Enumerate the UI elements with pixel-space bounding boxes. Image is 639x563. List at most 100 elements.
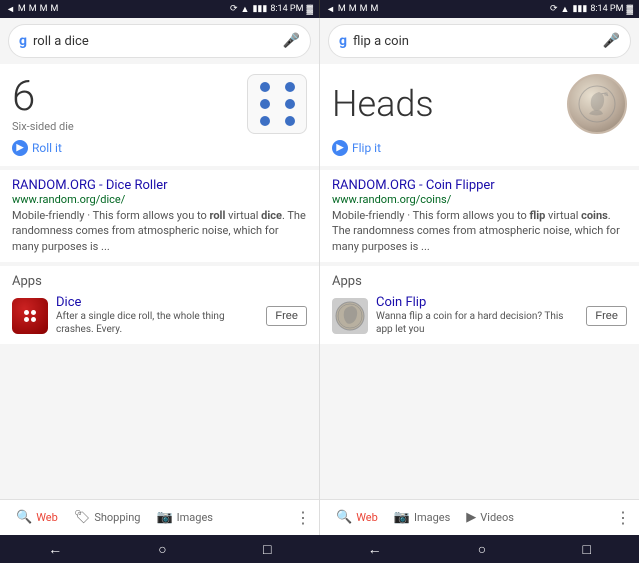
flip-arrow-icon: ▶ [337, 143, 344, 153]
status-bar-left: ◄ M M M M [6, 4, 58, 15]
search-icon-left: 🔍 [16, 510, 32, 525]
tag-icon-left: 🏷 [74, 510, 91, 525]
mic-icon-right[interactable]: 🎤 [603, 33, 620, 49]
left-web-result: RANDOM.ORG - Dice Roller www.random.org/… [0, 170, 319, 262]
mic-icon-left[interactable]: 🎤 [283, 33, 300, 49]
right-search-text: flip a coin [353, 34, 597, 49]
dice-label: Six-sided die [12, 120, 74, 133]
roll-button[interactable]: Roll it [32, 141, 62, 155]
coin-result-card: Heads [320, 64, 639, 166]
camera-icon-left: 📷 [156, 510, 172, 525]
coin-image [567, 74, 627, 134]
dice-app-desc: After a single dice roll, the whole thin… [56, 310, 258, 336]
recent-button[interactable]: □ [263, 541, 271, 558]
right-apps-label: Apps [332, 274, 627, 289]
left-apps-label: Apps [12, 274, 307, 289]
notification-icon: M [51, 4, 59, 14]
right-search-bar[interactable]: g flip a coin 🎤 [328, 24, 631, 58]
left-web-result-title[interactable]: RANDOM.ORG - Dice Roller [12, 178, 307, 193]
coin-result-text: Heads [332, 83, 434, 125]
back-arrow-icon: ◄ [6, 4, 15, 15]
sync-icon-2: ⟳ [550, 4, 558, 14]
right-web-result-title[interactable]: RANDOM.ORG - Coin Flipper [332, 178, 627, 193]
right-nav-images-label: Images [414, 511, 450, 524]
recent-button-2[interactable]: □ [582, 541, 590, 558]
left-nav-images[interactable]: 📷 Images [148, 506, 221, 529]
flip-action-circle[interactable]: ▶ [332, 140, 348, 156]
home-button[interactable]: ○ [158, 541, 166, 558]
dice-number: 6 [12, 76, 74, 118]
status-bar-right: ⟳ ▲ ▮▮▮ 8:14 PM ▓ [230, 4, 313, 15]
home-button-2[interactable]: ○ [478, 541, 486, 558]
coin-silhouette-svg [577, 84, 617, 124]
left-apps-section: Apps Dice After a single dice roll, the … [0, 266, 319, 344]
back-button[interactable]: ← [48, 541, 62, 558]
right-nav-images[interactable]: 📷 Images [386, 506, 459, 529]
dot-3 [260, 99, 270, 109]
sync-icon: ⟳ [230, 4, 238, 14]
search-icon-right: 🔍 [336, 510, 352, 525]
status-bar-left-2: ◄ M M M M [326, 4, 378, 15]
dice-app-name[interactable]: Dice [56, 295, 258, 310]
left-search-text: roll a dice [33, 34, 277, 49]
gmail3-icon: M [40, 4, 48, 14]
status-bar-right-2: ⟳ ▲ ▮▮▮ 8:14 PM ▓ [550, 4, 633, 15]
left-bottom-nav: 🔍 Web 🏷 Shopping 📷 Images ⋮ [0, 499, 319, 535]
app-dot-1 [24, 310, 29, 315]
wifi-icon: ▲ [241, 4, 250, 15]
dice-free-button[interactable]: Free [266, 306, 307, 326]
right-scroll: Heads [320, 64, 639, 499]
left-web-result-desc: Mobile-friendly · This form allows you t… [12, 208, 307, 254]
dot-6 [285, 116, 295, 126]
back-arrow-icon-2: ◄ [326, 4, 335, 15]
back-button-2[interactable]: ← [368, 541, 382, 558]
right-web-result-desc: Mobile-friendly · This form allows you t… [332, 208, 627, 254]
flip-button[interactable]: Flip it [352, 141, 381, 155]
dot-4 [285, 99, 295, 109]
dot-5 [260, 116, 270, 126]
google-g-icon-left: g [19, 33, 27, 49]
coin-free-button[interactable]: Free [586, 306, 627, 326]
right-nav-videos-label: Videos [480, 511, 514, 524]
gmail-icon-2: M [338, 4, 346, 14]
signal-icon-2: ▮▮▮ [572, 4, 587, 14]
right-web-result-url: www.random.org/coins/ [332, 193, 627, 206]
time-right: 8:14 PM [590, 4, 623, 14]
coin-app-name[interactable]: Coin Flip [376, 295, 578, 310]
battery-icon-2: ▓ [626, 4, 633, 15]
right-apps-section: Apps Coin Flip Wanna flip a coin for a h… [320, 266, 639, 344]
app-dot-2 [31, 310, 36, 315]
dot-2 [285, 82, 295, 92]
right-nav-web[interactable]: 🔍 Web [328, 506, 386, 529]
left-panel: g roll a dice 🎤 6 Six-sided die [0, 18, 320, 535]
wifi-icon-2: ▲ [561, 4, 570, 15]
right-nav-videos[interactable]: ▶ Videos [458, 506, 522, 529]
gmail3-icon-2: M [349, 4, 357, 14]
left-nav-web-label: Web [36, 511, 58, 524]
gmail4-icon-2: M [360, 4, 368, 14]
right-nav-web-label: Web [356, 511, 378, 524]
camera-icon-right: 📷 [394, 510, 410, 525]
dice-result-card: 6 Six-sided die ▶ [0, 64, 319, 166]
left-nav-web[interactable]: 🔍 Web [8, 506, 66, 529]
right-web-result: RANDOM.ORG - Coin Flipper www.random.org… [320, 170, 639, 262]
dice-app-info: Dice After a single dice roll, the whole… [56, 295, 258, 336]
signal-icon: ▮▮▮ [252, 4, 267, 14]
right-nav-more[interactable]: ⋮ [615, 508, 631, 527]
coin-app-info: Coin Flip Wanna flip a coin for a hard d… [376, 295, 578, 336]
coin-app-desc: Wanna flip a coin for a hard decision? T… [376, 310, 578, 336]
roll-action-circle[interactable]: ▶ [12, 140, 28, 156]
right-bottom-nav: 🔍 Web 📷 Images ▶ Videos ⋮ [320, 499, 639, 535]
system-nav: ← ○ □ ← ○ □ [0, 535, 639, 563]
left-nav-shopping[interactable]: 🏷 Shopping [66, 506, 149, 529]
coin-app-icon [332, 298, 368, 334]
left-nav-more[interactable]: ⋮ [295, 508, 311, 527]
left-search-bar[interactable]: g roll a dice 🎤 [8, 24, 311, 58]
video-icon-right: ▶ [466, 510, 476, 525]
google-g-icon-right: g [339, 33, 347, 49]
right-app-item: Coin Flip Wanna flip a coin for a hard d… [332, 295, 627, 336]
right-panel: g flip a coin 🎤 Heads [320, 18, 639, 535]
notification-icon-2: M [371, 4, 379, 14]
dot-1 [260, 82, 270, 92]
dice-visual [247, 74, 307, 134]
